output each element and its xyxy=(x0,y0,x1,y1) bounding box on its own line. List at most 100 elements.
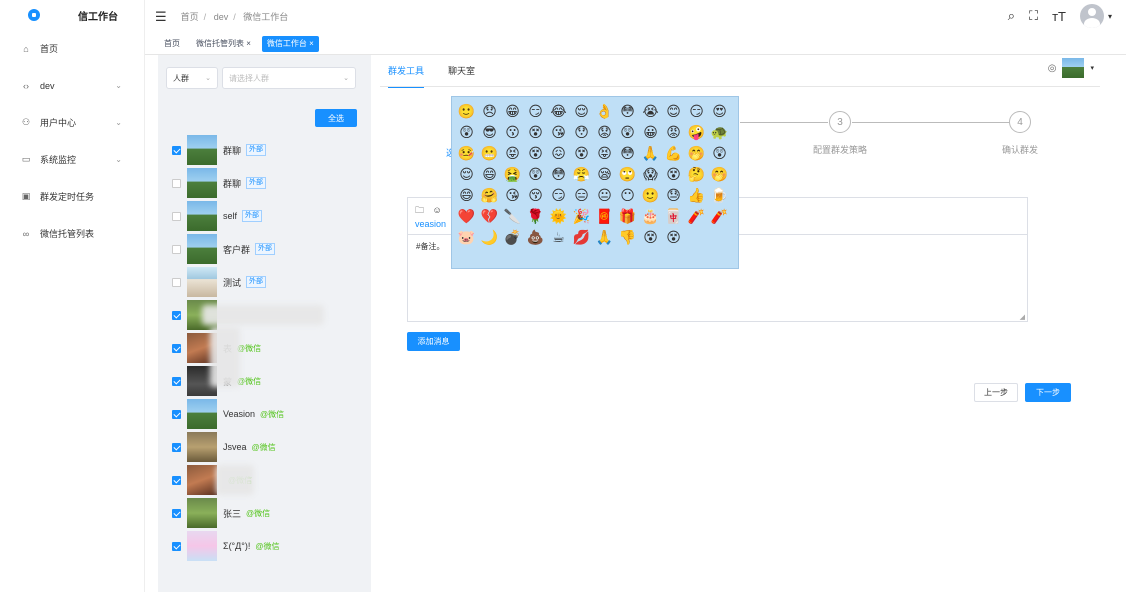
emoji-item[interactable]: 🤮 xyxy=(502,164,523,185)
tag-wechat-workbench[interactable]: 微信工作台 × xyxy=(261,35,319,52)
row-checkbox[interactable] xyxy=(172,376,181,386)
emoji-item[interactable]: 🐷 xyxy=(456,227,477,248)
emoji-item[interactable]: 💋 xyxy=(571,227,592,248)
emoji-item[interactable]: 😲 xyxy=(525,164,546,185)
emoji-item[interactable]: ☕ xyxy=(548,227,569,248)
emoji-item[interactable]: 🎉 xyxy=(571,206,592,227)
emoji-item[interactable]: 🤗 xyxy=(479,185,500,206)
emoji-item[interactable]: 💣 xyxy=(502,227,523,248)
emoji-item[interactable]: 👍 xyxy=(686,185,707,206)
emoji-item[interactable]: 🍺 xyxy=(709,185,730,206)
emoji-item[interactable]: 😎 xyxy=(479,122,500,143)
emoji-item[interactable]: 😪 xyxy=(594,164,615,185)
emoji-item[interactable]: 😘 xyxy=(548,122,569,143)
row-checkbox[interactable] xyxy=(172,475,181,485)
sidebar-item-3[interactable]: ▭ 系统监控 ⌄ xyxy=(0,141,144,178)
eye-icon[interactable]: ◎ xyxy=(1048,63,1057,74)
emoji-item[interactable]: 😲 xyxy=(617,122,638,143)
emoji-item[interactable]: 🤔 xyxy=(686,164,707,185)
emoji-item[interactable]: 😊 xyxy=(663,101,684,122)
emoji-item[interactable]: 😘 xyxy=(502,185,523,206)
row-checkbox[interactable] xyxy=(172,508,181,518)
user-avatar[interactable] xyxy=(1079,4,1104,28)
target-row[interactable]: Σ(°Д°)! @微信 xyxy=(172,531,279,561)
target-row[interactable]: Jsvea @微信 xyxy=(172,432,276,462)
row-checkbox[interactable] xyxy=(172,277,181,287)
app-logo[interactable]: 信工作台 xyxy=(0,0,144,30)
emoji-item[interactable]: 😚 xyxy=(525,185,546,206)
add-message-button[interactable]: 添加消息 xyxy=(407,332,460,351)
emoji-item[interactable]: 🌙 xyxy=(479,227,500,248)
emoji-item[interactable]: 😌 xyxy=(456,164,477,185)
row-checkbox[interactable] xyxy=(172,244,181,254)
emoji-item[interactable]: 😖 xyxy=(548,143,569,164)
emoji-item[interactable]: 😄 xyxy=(456,185,477,206)
emoji-item[interactable]: ❤️ xyxy=(456,206,477,227)
row-checkbox[interactable] xyxy=(172,442,181,452)
resize-handle-icon[interactable]: ◢ xyxy=(1020,313,1025,321)
tag-wechat-hosted-list[interactable]: 微信托管列表 × xyxy=(191,36,256,52)
emoji-item[interactable]: 🌹 xyxy=(525,206,546,227)
emoji-item[interactable]: 😶 xyxy=(617,185,638,206)
emoji-item[interactable]: 😌 xyxy=(571,101,592,122)
emoji-item[interactable]: 😵 xyxy=(525,143,546,164)
prev-step-button[interactable]: 上一步 xyxy=(974,383,1018,402)
tag-home[interactable]: 首页 xyxy=(159,36,185,52)
emoji-item[interactable]: 😀 xyxy=(640,122,661,143)
emoji-item[interactable]: 🧨 xyxy=(686,206,707,227)
emoji-item[interactable]: 😬 xyxy=(479,143,500,164)
emoji-item[interactable]: 😓 xyxy=(663,185,684,206)
emoji-item[interactable]: 🀄 xyxy=(663,206,684,227)
sidebar-item-2[interactable]: ⚇ 用户中心 ⌄ xyxy=(0,104,144,141)
chevron-down-icon[interactable]: ▾ xyxy=(1090,64,1094,72)
emoji-item[interactable]: 😵 xyxy=(640,227,661,248)
sidebar-item-0[interactable]: ⌂ 首页 xyxy=(0,30,144,67)
emoji-item[interactable]: 💔 xyxy=(479,206,500,227)
emoji-item[interactable]: 😵 xyxy=(525,122,546,143)
emoji-item[interactable]: 😳 xyxy=(548,164,569,185)
emoji-item[interactable]: 🎁 xyxy=(617,206,638,227)
breadcrumb-home[interactable]: 首页 xyxy=(181,12,199,22)
row-checkbox[interactable] xyxy=(172,211,181,221)
emoji-item[interactable]: 😵 xyxy=(663,164,684,185)
emoji-item[interactable]: 😝 xyxy=(502,143,523,164)
group-select[interactable]: 请选择人群 ⌄ xyxy=(222,67,356,89)
emoji-item[interactable]: 😝 xyxy=(594,143,615,164)
emoji-item[interactable]: 🌞 xyxy=(548,206,569,227)
emoji-item[interactable]: 😯 xyxy=(571,122,592,143)
emoji-item[interactable]: 🧧 xyxy=(594,206,615,227)
target-row[interactable]: Veasion @微信 xyxy=(172,399,284,429)
emoji-item[interactable]: 🔪 xyxy=(502,206,523,227)
emoji-item[interactable]: 🤭 xyxy=(686,143,707,164)
font-size-icon[interactable]: тT xyxy=(1052,9,1066,24)
emoji-item[interactable]: 😏 xyxy=(686,101,707,122)
emoji-item[interactable]: 🤒 xyxy=(456,143,477,164)
row-checkbox[interactable] xyxy=(172,541,181,551)
emoji-item[interactable]: 👌 xyxy=(594,101,615,122)
sidebar-item-1[interactable]: ‹› dev ⌄ xyxy=(0,67,144,104)
emoji-item[interactable]: 😐 xyxy=(594,185,615,206)
emoji-item[interactable]: 😑 xyxy=(571,185,592,206)
row-checkbox[interactable] xyxy=(172,343,181,353)
emoji-item[interactable]: 😱 xyxy=(640,164,661,185)
emoji-item[interactable]: 😳 xyxy=(617,101,638,122)
folder-icon[interactable]: 🗀 xyxy=(415,205,424,215)
emoji-item[interactable]: 😁 xyxy=(502,101,523,122)
emoji-item[interactable]: 😡 xyxy=(663,122,684,143)
emoji-item[interactable]: 🤪 xyxy=(686,122,707,143)
emoji-item[interactable]: 😲 xyxy=(456,122,477,143)
emoji-item[interactable]: 😏 xyxy=(548,185,569,206)
row-checkbox[interactable] xyxy=(172,409,181,419)
fullscreen-icon[interactable]: ⛶ xyxy=(1029,8,1038,24)
emoji-item[interactable]: 😟 xyxy=(594,122,615,143)
emoji-item[interactable]: 💪 xyxy=(663,143,684,164)
target-row[interactable]: 张三 @微信 xyxy=(172,498,270,528)
emoji-item[interactable]: 🙂 xyxy=(456,101,477,122)
emoji-item[interactable]: 🙂 xyxy=(640,185,661,206)
row-checkbox[interactable] xyxy=(172,310,181,320)
sidebar-item-4[interactable]: ▣ 群发定时任务 xyxy=(0,178,144,215)
emoji-icon[interactable]: ☺ xyxy=(433,205,442,215)
target-row[interactable]: 群聊 外部 xyxy=(172,168,267,198)
emoji-item[interactable]: 🙏 xyxy=(594,227,615,248)
menu-toggle-icon[interactable]: ☰ xyxy=(155,9,167,25)
